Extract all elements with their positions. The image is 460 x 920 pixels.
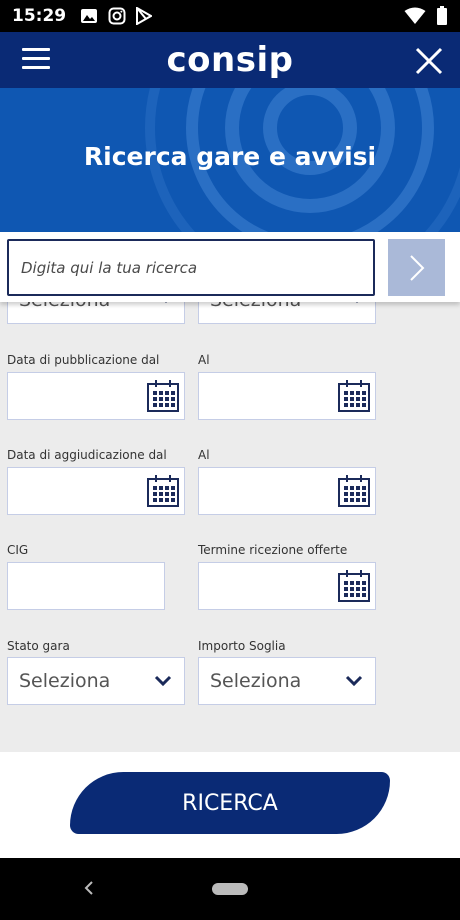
chevron-down-icon [345, 675, 363, 687]
status-bar: 15:29 [0, 0, 460, 32]
battery-icon [437, 6, 447, 25]
app-header: consip [0, 32, 460, 88]
wifi-icon [404, 7, 426, 24]
select-value: Seleziona [19, 302, 110, 311]
hamburger-icon [22, 48, 50, 69]
consip-logo: consip [166, 40, 294, 80]
calendar-icon[interactable] [337, 569, 371, 603]
caret-down-icon [356, 302, 358, 303]
hero-banner: Ricerca gare e avvisi [0, 88, 460, 232]
search-bar [0, 232, 460, 302]
importo-soglia-label: Importo Soglia [198, 639, 286, 653]
status-time: 15:29 [12, 6, 67, 26]
filter-select-1[interactable]: Seleziona [7, 302, 185, 324]
search-go-button[interactable] [388, 239, 445, 296]
select-value: Seleziona [210, 302, 301, 311]
back-icon[interactable] [82, 878, 96, 898]
select-value: Seleziona [210, 670, 302, 692]
award-date-to-field[interactable] [198, 467, 376, 515]
chevron-down-icon [154, 675, 172, 687]
award-date-from-field[interactable] [7, 467, 185, 515]
importo-soglia-select[interactable]: Seleziona [198, 657, 376, 705]
system-nav-bar [0, 858, 460, 920]
play-store-icon [136, 7, 153, 25]
caret-down-icon [165, 302, 167, 303]
pub-date-from-label: Data di pubblicazione dal [7, 353, 160, 367]
image-icon [81, 9, 98, 23]
status-icons-right [404, 6, 448, 26]
chevron-right-icon [409, 254, 424, 281]
cig-input[interactable] [7, 562, 165, 610]
offer-deadline-field[interactable] [198, 562, 376, 610]
footer-actions: RICERCA [0, 752, 460, 858]
close-button[interactable] [414, 46, 444, 76]
calendar-icon[interactable] [337, 379, 371, 413]
select-value: Seleziona [19, 670, 111, 692]
calendar-icon[interactable] [337, 474, 371, 508]
search-filters-form: Seleziona Seleziona Data di pubblicazion… [0, 302, 460, 752]
ricerca-button[interactable]: RICERCA [70, 772, 390, 834]
filter-select-2[interactable]: Seleziona [198, 302, 376, 324]
home-pill[interactable] [212, 883, 248, 895]
award-date-to-label: Al [198, 448, 210, 462]
award-date-from-label: Data di aggiudicazione dal [7, 448, 167, 462]
calendar-icon[interactable] [146, 379, 180, 413]
page-title: Ricerca gare e avvisi [83, 142, 377, 171]
cig-label: CIG [7, 543, 29, 557]
stato-gara-select[interactable]: Seleziona [7, 657, 185, 705]
close-icon [415, 47, 443, 75]
pub-date-to-field[interactable] [198, 372, 376, 420]
calendar-icon[interactable] [146, 474, 180, 508]
menu-button[interactable] [22, 48, 50, 72]
instagram-icon [108, 7, 126, 25]
status-icons-left [80, 7, 153, 25]
search-input[interactable] [7, 239, 375, 296]
pub-date-to-label: Al [198, 353, 210, 367]
stato-gara-label: Stato gara [7, 639, 70, 653]
offer-deadline-label: Termine ricezione offerte [198, 543, 348, 557]
pub-date-from-field[interactable] [7, 372, 185, 420]
